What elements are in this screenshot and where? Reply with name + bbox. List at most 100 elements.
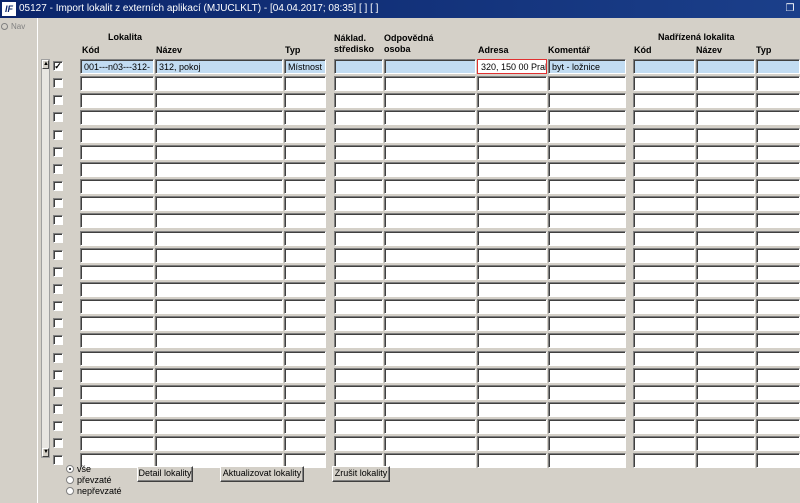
cell-nad-typ[interactable]	[756, 419, 800, 435]
row-checkbox[interactable]	[53, 301, 63, 312]
row-checkbox[interactable]	[53, 438, 63, 449]
cell-nad-kod[interactable]	[633, 402, 695, 417]
cell-typ[interactable]	[284, 247, 326, 263]
cell-kod[interactable]	[80, 384, 154, 400]
cell-nad-nazev[interactable]	[696, 247, 755, 263]
cell-typ[interactable]	[284, 316, 326, 332]
cell-osoba[interactable]	[384, 179, 476, 195]
cell-komentar[interactable]	[548, 436, 626, 452]
cell-nazev[interactable]	[155, 367, 283, 383]
cell-osoba[interactable]	[384, 213, 476, 229]
cell-nazev[interactable]	[155, 76, 283, 92]
cell-nad-nazev[interactable]	[696, 436, 755, 452]
cell-naklad[interactable]	[334, 436, 383, 452]
cell-nazev[interactable]	[155, 264, 283, 280]
cell-nad-kod[interactable]	[633, 196, 695, 212]
cell-komentar[interactable]	[548, 247, 626, 263]
cell-nad-typ[interactable]	[756, 213, 800, 229]
table-row[interactable]	[38, 350, 800, 367]
cell-nazev[interactable]	[155, 402, 283, 417]
table-row[interactable]	[38, 298, 800, 315]
cell-komentar[interactable]	[548, 76, 626, 92]
cell-adresa[interactable]	[477, 110, 547, 126]
table-row[interactable]	[38, 435, 800, 452]
aktualizovat-lokality-button[interactable]: Aktualizovat lokality	[220, 466, 304, 482]
row-checkbox[interactable]	[53, 249, 63, 260]
cell-nad-kod[interactable]	[633, 230, 695, 246]
cell-naklad[interactable]	[334, 161, 383, 177]
cell-typ[interactable]	[284, 350, 326, 366]
table-row[interactable]	[38, 75, 800, 92]
cell-nad-typ[interactable]	[756, 384, 800, 400]
cell-nazev[interactable]	[155, 144, 283, 160]
row-checkbox[interactable]	[53, 181, 63, 192]
cell-nazev[interactable]	[155, 316, 283, 332]
cell-osoba[interactable]	[384, 59, 476, 74]
table-row[interactable]	[38, 212, 800, 229]
table-row[interactable]: ✓ 001---n03---312- 312, pokoj Místnost 320, …	[38, 58, 800, 75]
cell-nazev[interactable]	[155, 196, 283, 212]
cell-naklad[interactable]	[334, 196, 383, 212]
radio-dot-icon[interactable]	[66, 476, 74, 484]
cell-typ[interactable]	[284, 402, 326, 417]
table-row[interactable]	[38, 281, 800, 298]
cell-typ[interactable]	[284, 384, 326, 400]
cell-nad-nazev[interactable]	[696, 144, 755, 160]
cell-kod[interactable]	[80, 76, 154, 92]
cell-kod[interactable]	[80, 316, 154, 332]
cell-nazev[interactable]	[155, 110, 283, 126]
cell-nad-typ[interactable]	[756, 316, 800, 332]
cell-nad-typ[interactable]	[756, 453, 800, 469]
cell-adresa[interactable]	[477, 93, 547, 109]
cell-kod[interactable]	[80, 144, 154, 160]
cell-adresa[interactable]	[477, 127, 547, 143]
cell-osoba[interactable]	[384, 419, 476, 435]
cell-osoba[interactable]	[384, 384, 476, 400]
cell-nad-nazev[interactable]	[696, 316, 755, 332]
cell-typ[interactable]	[284, 419, 326, 435]
cell-komentar[interactable]	[548, 299, 626, 315]
cell-nazev[interactable]	[155, 93, 283, 109]
cell-nad-kod[interactable]	[633, 264, 695, 280]
cell-komentar[interactable]	[548, 127, 626, 143]
cell-adresa[interactable]	[477, 179, 547, 195]
cell-kod[interactable]	[80, 213, 154, 229]
table-row[interactable]	[38, 264, 800, 281]
cell-nad-typ[interactable]	[756, 281, 800, 297]
cell-typ[interactable]	[284, 110, 326, 126]
cell-naklad[interactable]	[334, 350, 383, 366]
row-checkbox[interactable]	[53, 215, 63, 226]
cell-osoba[interactable]	[384, 333, 476, 349]
cell-kod[interactable]	[80, 247, 154, 263]
cell-nad-nazev[interactable]	[696, 196, 755, 212]
cell-komentar[interactable]	[548, 213, 626, 229]
cell-komentar[interactable]	[548, 110, 626, 126]
cell-nazev[interactable]	[155, 230, 283, 246]
cell-typ[interactable]	[284, 367, 326, 383]
cell-nad-kod[interactable]	[633, 161, 695, 177]
cell-nad-typ[interactable]	[756, 402, 800, 417]
cell-adresa[interactable]	[477, 436, 547, 452]
cell-komentar[interactable]	[548, 316, 626, 332]
table-row[interactable]	[38, 247, 800, 264]
row-checkbox[interactable]	[53, 163, 63, 174]
cell-osoba[interactable]	[384, 299, 476, 315]
cell-komentar[interactable]	[548, 93, 626, 109]
row-checkbox[interactable]	[53, 318, 63, 329]
cell-kod[interactable]	[80, 350, 154, 366]
cell-nazev[interactable]	[155, 384, 283, 400]
row-checkbox[interactable]	[53, 404, 63, 414]
cell-typ[interactable]	[284, 213, 326, 229]
cell-nad-typ[interactable]	[756, 247, 800, 263]
cell-nazev[interactable]	[155, 247, 283, 263]
cell-kod[interactable]	[80, 367, 154, 383]
cell-osoba[interactable]	[384, 161, 476, 177]
cell-nad-typ[interactable]	[756, 179, 800, 195]
cell-typ[interactable]	[284, 93, 326, 109]
table-row[interactable]	[38, 178, 800, 195]
cell-adresa[interactable]	[477, 453, 547, 469]
cell-nazev[interactable]	[155, 350, 283, 366]
table-row[interactable]	[38, 127, 800, 144]
cell-adresa[interactable]	[477, 213, 547, 229]
cell-nad-typ[interactable]	[756, 299, 800, 315]
